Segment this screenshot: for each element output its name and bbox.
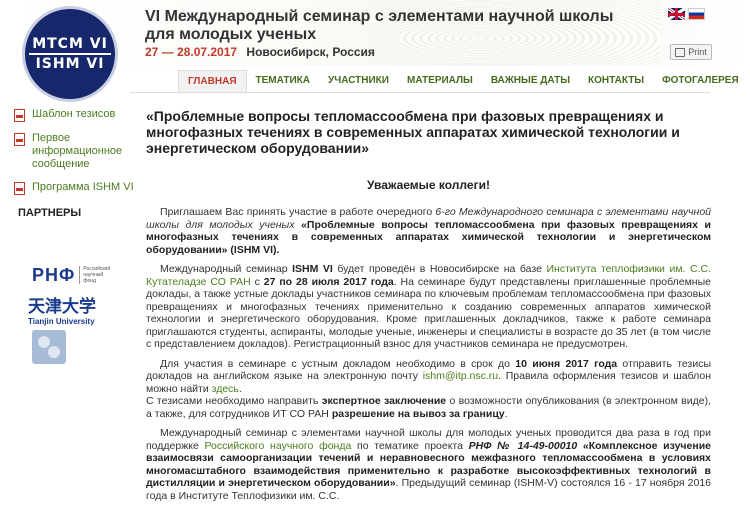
nav-participants[interactable]: УЧАСТНИКИ bbox=[319, 70, 398, 92]
event-dates: 27 — 28.07.2017 bbox=[145, 45, 238, 59]
event-city: Новосибирск, Россия bbox=[246, 45, 375, 59]
sidebar: Шаблон тезисов Первое информационное соо… bbox=[14, 108, 134, 229]
sidebar-link-first-announcement[interactable]: Первое информационное сообщение bbox=[14, 132, 134, 171]
nav-materials[interactable]: МАТЕРИАЛЫ bbox=[398, 70, 482, 92]
rnf-mark: РНФ bbox=[32, 264, 76, 285]
partners-heading: ПАРТНЕРЫ bbox=[18, 207, 82, 219]
paragraph-support: Международный семинар с элементами научн… bbox=[146, 427, 711, 502]
printer-icon bbox=[675, 47, 686, 57]
main-content: «Проблемные вопросы тепломассообмена при… bbox=[146, 108, 711, 509]
greeting: Уважаемые коллеги! bbox=[367, 178, 490, 192]
sidebar-link-program[interactable]: Программа ISHM VI bbox=[14, 181, 134, 195]
pdf-icon bbox=[14, 109, 25, 122]
paragraph-venue: Международный семинар ISHM VI будет пров… bbox=[146, 263, 711, 350]
nav-photo-gallery[interactable]: ФОТОГАЛЕРЕЯ bbox=[653, 70, 748, 92]
nav-divider bbox=[130, 92, 710, 93]
page-title: «Проблемные вопросы тепломассообмена при… bbox=[146, 108, 680, 156]
russian-flag-icon[interactable] bbox=[688, 8, 705, 20]
paragraph-participation: Для участия в семинаре с устным докладом… bbox=[146, 357, 712, 420]
site-subtitle: 27 — 28.07.2017 Новосибирск, Россия bbox=[145, 45, 375, 59]
nav-home[interactable]: ГЛАВНАЯ bbox=[178, 70, 247, 93]
tianjin-english-name: Tianjin University bbox=[28, 317, 95, 326]
partner-logo-rnf[interactable]: РНФ Российский научный фонд bbox=[32, 262, 112, 288]
sidebar-link-label: Программа ISHM VI bbox=[32, 181, 134, 193]
sidebar-link-label: Шаблон тезисов bbox=[32, 108, 116, 120]
nav-important-dates[interactable]: ВАЖНЫЕ ДАТЫ bbox=[482, 70, 579, 92]
english-flag-icon[interactable] bbox=[668, 8, 685, 20]
sidebar-link-label: Первое информационное сообщение bbox=[32, 132, 123, 170]
print-button[interactable]: Print bbox=[670, 44, 712, 60]
template-link[interactable]: здесь bbox=[212, 383, 239, 395]
sidebar-link-abstract-template[interactable]: Шаблон тезисов bbox=[14, 108, 134, 122]
main-nav: ГЛАВНАЯ ТЕМАТИКА УЧАСТНИКИ МАТЕРИАЛЫ ВАЖ… bbox=[178, 70, 748, 93]
email-link[interactable]: ishm@itp.nsc.ru bbox=[423, 370, 498, 382]
rnf-caption: Российский научный фонд bbox=[79, 266, 112, 284]
rnf-link[interactable]: Российского научного фонда bbox=[205, 440, 352, 452]
tianjin-chinese-name: 天津大学 bbox=[28, 297, 96, 317]
pdf-icon bbox=[14, 182, 25, 195]
logo-line-1: МТСМ VI bbox=[29, 36, 111, 55]
site-title: VI Международный семинар с элементами на… bbox=[145, 8, 614, 43]
partner-logo-third[interactable] bbox=[32, 330, 66, 364]
print-label: Print bbox=[688, 47, 707, 57]
nav-topics[interactable]: ТЕМАТИКА bbox=[247, 70, 319, 92]
nav-contacts[interactable]: КОНТАКТЫ bbox=[579, 70, 653, 92]
pdf-icon bbox=[14, 133, 25, 146]
paragraph-intro: Приглашаем Вас принять участие в работе … bbox=[146, 206, 711, 256]
partner-logo-tianjin[interactable]: 天津大学 Tianjin University bbox=[28, 292, 113, 326]
logo-line-2: ISHM VI bbox=[35, 56, 105, 72]
seminar-logo[interactable]: МТСМ VI ISHM VI bbox=[22, 6, 118, 102]
